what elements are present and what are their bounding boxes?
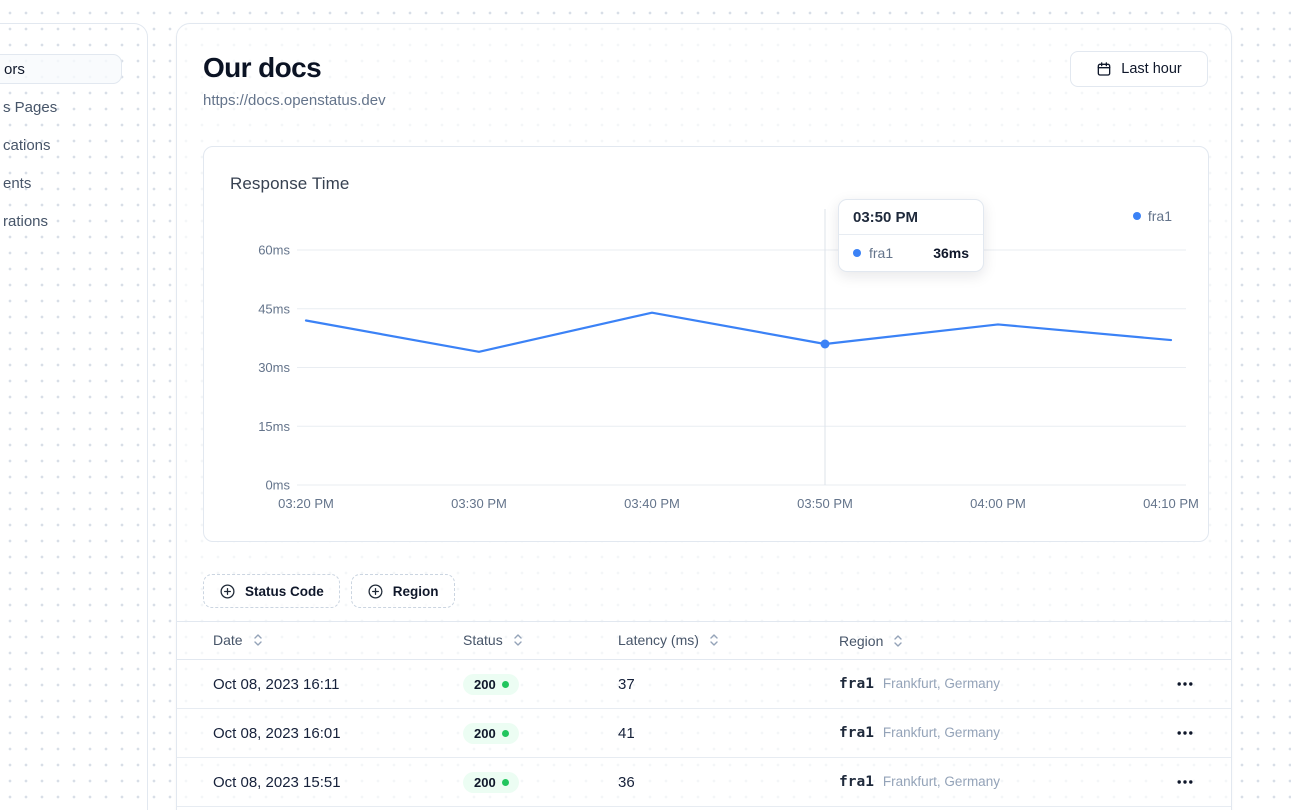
status-badge: 200	[463, 772, 519, 793]
tooltip-entry: fra1 36ms	[839, 235, 983, 271]
legend-item-fra1[interactable]: fra1	[1133, 208, 1172, 224]
monitor-url: https://docs.openstatus.dev	[203, 92, 386, 109]
status-dot	[502, 779, 509, 786]
row-date: Oct 08, 2023 16:01	[213, 725, 463, 742]
svg-text:03:40 PM: 03:40 PM	[624, 496, 680, 511]
response-time-chart[interactable]: 0ms 15ms 30ms 45ms 60ms 03:20 PM 03:30 PM 03:40…	[204, 147, 1210, 543]
ellipsis-icon	[1177, 731, 1193, 735]
svg-text:15ms: 15ms	[258, 419, 290, 434]
status-code: 200	[474, 677, 496, 692]
row-menu-button[interactable]	[1173, 672, 1197, 696]
table-row[interactable]: Oct 08, 2023 16:11 200 37 fra1 Frankfurt…	[177, 660, 1231, 709]
status-dot	[502, 681, 509, 688]
sidebar-item[interactable]: rations	[0, 206, 147, 236]
legend-dot	[1133, 212, 1141, 220]
filter-bar: Status Code Region	[203, 574, 455, 608]
sidebar-item[interactable]: cations	[0, 130, 147, 160]
svg-text:45ms: 45ms	[258, 301, 290, 316]
tooltip-series-label: fra1	[869, 245, 893, 261]
region-code: fra1	[839, 774, 874, 790]
sort-icon	[709, 633, 719, 647]
status-badge: 200	[463, 723, 519, 744]
row-date: Oct 08, 2023 16:11	[213, 676, 463, 693]
legend-label: fra1	[1148, 208, 1172, 224]
sidebar-item[interactable]: ents	[0, 168, 147, 198]
dashboard-page: ors s Pages cations ents rations Our docs ht…	[0, 0, 1291, 810]
region-name: Frankfurt, Germany	[883, 676, 1000, 691]
tooltip-time: 03:50 PM	[839, 200, 983, 235]
filter-button-region[interactable]: Region	[351, 574, 455, 608]
sidebar-nav: ors s Pages cations ents rations	[0, 23, 148, 810]
table-row[interactable]: Oct 08, 2023 15:51 200 36 fra1 Frankfurt…	[177, 758, 1231, 807]
time-range-button[interactable]: Last hour	[1070, 51, 1208, 87]
tooltip-series-dot	[853, 249, 861, 257]
region-name: Frankfurt, Germany	[883, 725, 1000, 740]
status-code: 200	[474, 726, 496, 741]
status-badge: 200	[463, 674, 519, 695]
response-time-card: Response Time 0ms15ms30ms45ms60ms03:20 P…	[203, 146, 1209, 542]
column-header-date[interactable]: Date	[213, 632, 263, 648]
svg-text:03:20 PM: 03:20 PM	[278, 496, 334, 511]
sidebar-item[interactable]: ors	[0, 54, 122, 84]
filter-button-status-code[interactable]: Status Code	[203, 574, 340, 608]
column-header-region[interactable]: Region	[839, 633, 903, 649]
table-body: Oct 08, 2023 16:11 200 37 fra1 Frankfurt…	[177, 660, 1231, 807]
calendar-icon	[1096, 61, 1112, 77]
column-header-latency-ms-[interactable]: Latency (ms)	[618, 632, 719, 648]
status-code: 200	[474, 775, 496, 790]
sidebar-item[interactable]: s Pages	[0, 92, 147, 122]
row-latency: 36	[618, 774, 839, 791]
row-latency: 41	[618, 725, 839, 742]
svg-text:04:00 PM: 04:00 PM	[970, 496, 1026, 511]
svg-text:0ms: 0ms	[265, 478, 290, 493]
sort-icon	[513, 633, 523, 647]
monitor-detail-card: Our docs https://docs.openstatus.dev Las…	[176, 23, 1232, 810]
sort-icon	[893, 634, 903, 648]
plus-circle-icon	[367, 583, 384, 600]
svg-text:30ms: 30ms	[258, 360, 290, 375]
column-header-status[interactable]: Status	[463, 632, 523, 648]
row-menu-button[interactable]	[1173, 770, 1197, 794]
svg-text:60ms: 60ms	[258, 243, 290, 258]
region-name: Frankfurt, Germany	[883, 774, 1000, 789]
region-code: fra1	[839, 725, 874, 741]
sort-icon	[253, 633, 263, 647]
svg-text:03:30 PM: 03:30 PM	[451, 496, 507, 511]
plus-circle-icon	[219, 583, 236, 600]
region-code: fra1	[839, 676, 874, 692]
ellipsis-icon	[1177, 780, 1193, 784]
page-title: Our docs	[203, 52, 321, 84]
time-range-label: Last hour	[1121, 61, 1181, 77]
chart-tooltip: 03:50 PM fra1 36ms	[838, 199, 984, 272]
table-header-row: Date Status Latency (ms) Region	[177, 621, 1231, 660]
svg-text:04:10 PM: 04:10 PM	[1143, 496, 1199, 511]
ellipsis-icon	[1177, 682, 1193, 686]
svg-text:03:50 PM: 03:50 PM	[797, 496, 853, 511]
table-row[interactable]: Oct 08, 2023 16:01 200 41 fra1 Frankfurt…	[177, 709, 1231, 758]
row-latency: 37	[618, 676, 839, 693]
status-dot	[502, 730, 509, 737]
pings-table: Date Status Latency (ms) Region Oct 08, 202…	[177, 621, 1231, 807]
row-date: Oct 08, 2023 15:51	[213, 774, 463, 791]
row-menu-button[interactable]	[1173, 721, 1197, 745]
tooltip-series-value: 36ms	[933, 245, 969, 261]
